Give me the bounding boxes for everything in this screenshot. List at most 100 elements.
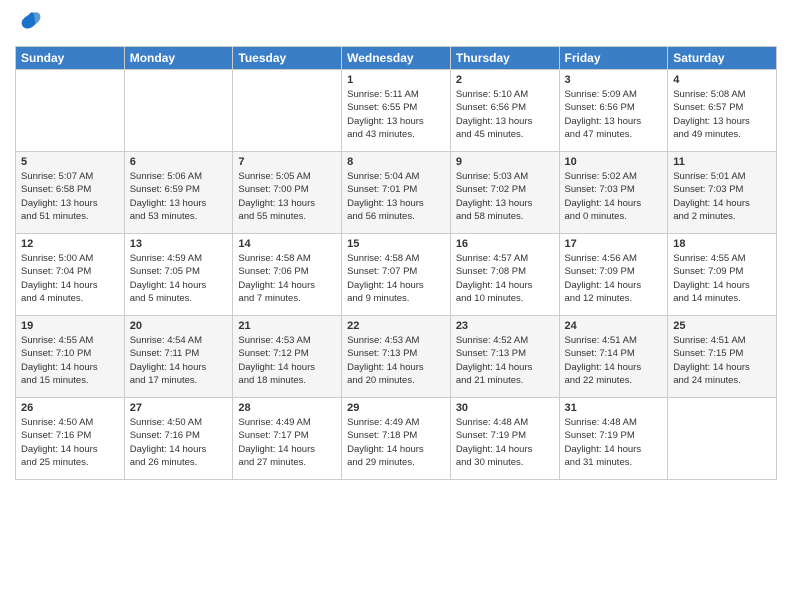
calendar-cell: 10 Sunrise: 5:02 AM Sunset: 7:03 PM Dayli… <box>559 152 668 234</box>
day-info: Sunrise: 4:59 AM Sunset: 7:05 PM Dayligh… <box>130 252 228 305</box>
day-number: 23 <box>456 320 554 332</box>
day-number: 5 <box>21 156 119 168</box>
calendar-table: SundayMondayTuesdayWednesdayThursdayFrid… <box>15 46 777 480</box>
day-number: 31 <box>565 402 663 414</box>
header-row: SundayMondayTuesdayWednesdayThursdayFrid… <box>16 47 777 70</box>
day-info: Sunrise: 4:53 AM Sunset: 7:13 PM Dayligh… <box>347 334 445 387</box>
calendar-body: 1 Sunrise: 5:11 AM Sunset: 6:55 PM Daylig… <box>16 70 777 480</box>
day-number: 28 <box>238 402 336 414</box>
header-cell-saturday: Saturday <box>668 47 777 70</box>
calendar-cell: 1 Sunrise: 5:11 AM Sunset: 6:55 PM Daylig… <box>342 70 451 152</box>
day-number: 26 <box>21 402 119 414</box>
calendar-cell: 31Sunrise: 4:48 AM Sunset: 7:19 PM Dayli… <box>559 398 668 480</box>
day-info: Sunrise: 4:57 AM Sunset: 7:08 PM Dayligh… <box>456 252 554 305</box>
day-number: 13 <box>130 238 228 250</box>
calendar-cell: 11 Sunrise: 5:01 AM Sunset: 7:03 PM Dayli… <box>668 152 777 234</box>
header-cell-tuesday: Tuesday <box>233 47 342 70</box>
calendar-cell <box>124 70 233 152</box>
logo-icon <box>15 10 43 38</box>
calendar-cell: 29 Sunrise: 4:49 AM Sunset: 7:18 PM Dayli… <box>342 398 451 480</box>
calendar-cell: 28 Sunrise: 4:49 AM Sunset: 7:17 PM Dayli… <box>233 398 342 480</box>
day-info: Sunrise: 4:51 AM Sunset: 7:15 PM Dayligh… <box>673 334 771 387</box>
day-info: Sunrise: 5:00 AM Sunset: 7:04 PM Dayligh… <box>21 252 119 305</box>
day-number: 29 <box>347 402 445 414</box>
day-number: 19 <box>21 320 119 332</box>
calendar-cell: 24 Sunrise: 4:51 AM Sunset: 7:14 PM Dayli… <box>559 316 668 398</box>
day-info: Sunrise: 5:07 AM Sunset: 6:58 PM Dayligh… <box>21 170 119 223</box>
day-number: 22 <box>347 320 445 332</box>
day-number: 4 <box>673 74 771 86</box>
calendar-week-5: 26 Sunrise: 4:50 AM Sunset: 7:16 PM Dayli… <box>16 398 777 480</box>
calendar-week-2: 5 Sunrise: 5:07 AM Sunset: 6:58 PM Daylig… <box>16 152 777 234</box>
day-info: Sunrise: 5:03 AM Sunset: 7:02 PM Dayligh… <box>456 170 554 223</box>
day-number: 16 <box>456 238 554 250</box>
day-info: Sunrise: 4:49 AM Sunset: 7:17 PM Dayligh… <box>238 416 336 469</box>
calendar-week-3: 12Sunrise: 5:00 AM Sunset: 7:04 PM Dayli… <box>16 234 777 316</box>
day-info: Sunrise: 4:49 AM Sunset: 7:18 PM Dayligh… <box>347 416 445 469</box>
header <box>15 10 777 38</box>
day-number: 30 <box>456 402 554 414</box>
calendar-cell <box>233 70 342 152</box>
calendar-cell: 6 Sunrise: 5:06 AM Sunset: 6:59 PM Daylig… <box>124 152 233 234</box>
calendar-cell: 9 Sunrise: 5:03 AM Sunset: 7:02 PM Daylig… <box>450 152 559 234</box>
day-number: 7 <box>238 156 336 168</box>
calendar-cell: 20Sunrise: 4:54 AM Sunset: 7:11 PM Dayli… <box>124 316 233 398</box>
calendar-cell: 14Sunrise: 4:58 AM Sunset: 7:06 PM Dayli… <box>233 234 342 316</box>
day-info: Sunrise: 4:55 AM Sunset: 7:09 PM Dayligh… <box>673 252 771 305</box>
day-info: Sunrise: 5:01 AM Sunset: 7:03 PM Dayligh… <box>673 170 771 223</box>
day-number: 25 <box>673 320 771 332</box>
calendar-cell: 26 Sunrise: 4:50 AM Sunset: 7:16 PM Dayli… <box>16 398 125 480</box>
calendar-cell: 27Sunrise: 4:50 AM Sunset: 7:16 PM Dayli… <box>124 398 233 480</box>
day-info: Sunrise: 5:08 AM Sunset: 6:57 PM Dayligh… <box>673 88 771 141</box>
calendar-week-1: 1 Sunrise: 5:11 AM Sunset: 6:55 PM Daylig… <box>16 70 777 152</box>
logo <box>15 10 47 38</box>
day-info: Sunrise: 4:50 AM Sunset: 7:16 PM Dayligh… <box>21 416 119 469</box>
day-info: Sunrise: 4:50 AM Sunset: 7:16 PM Dayligh… <box>130 416 228 469</box>
calendar-cell: 18 Sunrise: 4:55 AM Sunset: 7:09 PM Dayli… <box>668 234 777 316</box>
calendar-cell: 25 Sunrise: 4:51 AM Sunset: 7:15 PM Dayli… <box>668 316 777 398</box>
calendar-cell: 17 Sunrise: 4:56 AM Sunset: 7:09 PM Dayli… <box>559 234 668 316</box>
calendar-header: SundayMondayTuesdayWednesdayThursdayFrid… <box>16 47 777 70</box>
day-info: Sunrise: 4:52 AM Sunset: 7:13 PM Dayligh… <box>456 334 554 387</box>
header-cell-friday: Friday <box>559 47 668 70</box>
day-number: 15 <box>347 238 445 250</box>
header-cell-monday: Monday <box>124 47 233 70</box>
day-number: 21 <box>238 320 336 332</box>
calendar-page: SundayMondayTuesdayWednesdayThursdayFrid… <box>0 0 792 612</box>
calendar-cell: 4 Sunrise: 5:08 AM Sunset: 6:57 PM Daylig… <box>668 70 777 152</box>
day-info: Sunrise: 4:58 AM Sunset: 7:07 PM Dayligh… <box>347 252 445 305</box>
calendar-cell: 12Sunrise: 5:00 AM Sunset: 7:04 PM Dayli… <box>16 234 125 316</box>
day-info: Sunrise: 4:51 AM Sunset: 7:14 PM Dayligh… <box>565 334 663 387</box>
day-number: 17 <box>565 238 663 250</box>
day-number: 11 <box>673 156 771 168</box>
day-number: 3 <box>565 74 663 86</box>
calendar-cell: 23 Sunrise: 4:52 AM Sunset: 7:13 PM Dayli… <box>450 316 559 398</box>
calendar-cell: 3Sunrise: 5:09 AM Sunset: 6:56 PM Daylig… <box>559 70 668 152</box>
day-info: Sunrise: 5:11 AM Sunset: 6:55 PM Dayligh… <box>347 88 445 141</box>
calendar-cell: 16 Sunrise: 4:57 AM Sunset: 7:08 PM Dayli… <box>450 234 559 316</box>
calendar-cell <box>16 70 125 152</box>
day-number: 20 <box>130 320 228 332</box>
calendar-cell: 30Sunrise: 4:48 AM Sunset: 7:19 PM Dayli… <box>450 398 559 480</box>
day-number: 24 <box>565 320 663 332</box>
day-number: 1 <box>347 74 445 86</box>
day-info: Sunrise: 5:02 AM Sunset: 7:03 PM Dayligh… <box>565 170 663 223</box>
day-number: 10 <box>565 156 663 168</box>
day-number: 18 <box>673 238 771 250</box>
header-cell-thursday: Thursday <box>450 47 559 70</box>
day-info: Sunrise: 5:05 AM Sunset: 7:00 PM Dayligh… <box>238 170 336 223</box>
calendar-cell: 21Sunrise: 4:53 AM Sunset: 7:12 PM Dayli… <box>233 316 342 398</box>
day-info: Sunrise: 5:06 AM Sunset: 6:59 PM Dayligh… <box>130 170 228 223</box>
day-info: Sunrise: 5:10 AM Sunset: 6:56 PM Dayligh… <box>456 88 554 141</box>
day-number: 6 <box>130 156 228 168</box>
calendar-cell: 7 Sunrise: 5:05 AM Sunset: 7:00 PM Daylig… <box>233 152 342 234</box>
calendar-cell: 13 Sunrise: 4:59 AM Sunset: 7:05 PM Dayli… <box>124 234 233 316</box>
day-info: Sunrise: 4:55 AM Sunset: 7:10 PM Dayligh… <box>21 334 119 387</box>
day-info: Sunrise: 5:04 AM Sunset: 7:01 PM Dayligh… <box>347 170 445 223</box>
day-info: Sunrise: 4:56 AM Sunset: 7:09 PM Dayligh… <box>565 252 663 305</box>
calendar-cell: 19 Sunrise: 4:55 AM Sunset: 7:10 PM Dayli… <box>16 316 125 398</box>
day-info: Sunrise: 4:58 AM Sunset: 7:06 PM Dayligh… <box>238 252 336 305</box>
calendar-cell: 22 Sunrise: 4:53 AM Sunset: 7:13 PM Dayli… <box>342 316 451 398</box>
day-number: 2 <box>456 74 554 86</box>
day-number: 9 <box>456 156 554 168</box>
